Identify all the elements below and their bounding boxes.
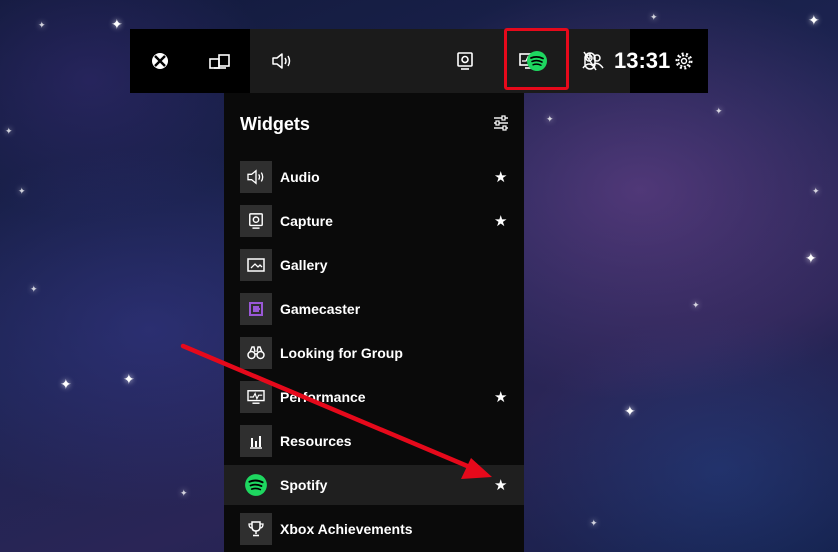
annotation-arrow	[180, 343, 492, 479]
